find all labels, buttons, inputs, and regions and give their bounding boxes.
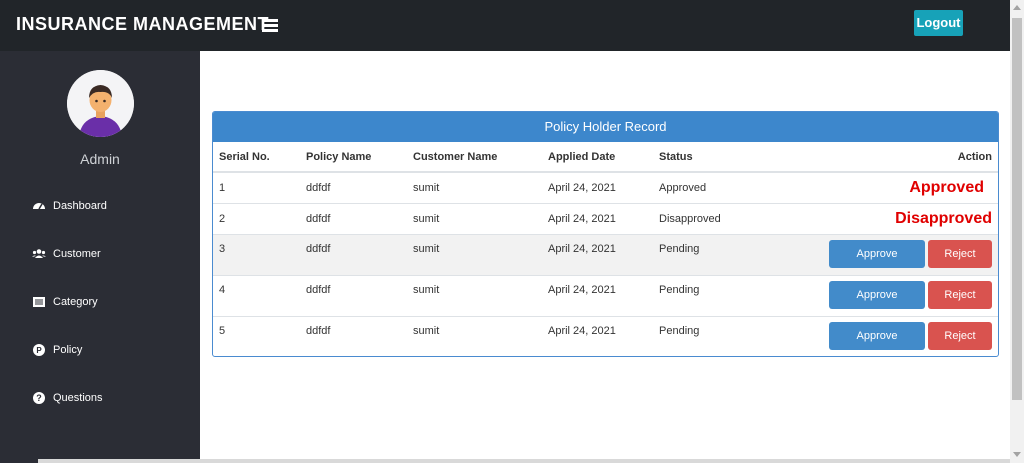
policy-icon: P [33,344,45,356]
table-row: 2 ddfdf sumit April 24, 2021 Disapproved… [213,202,998,234]
column-header: Status [653,142,758,173]
app-brand: INSURANCE MANAGEMENT [16,14,269,34]
sidebar-item-category[interactable]: Category [32,292,98,312]
svg-text:?: ? [36,393,42,403]
serial-cell: 5 [213,315,300,356]
reject-button[interactable]: Reject [928,280,992,309]
policy-cell: ddfdf [300,171,407,203]
action-cell: Approved [758,171,998,203]
list-icon [33,297,45,307]
policy-cell: ddfdf [300,315,407,356]
customer-cell: sumit [407,233,542,275]
action-cell: Disapproved [758,202,998,234]
column-header: Customer Name [407,142,542,173]
date-cell: April 24, 2021 [542,233,653,275]
scrollbar-thumb[interactable] [1012,18,1022,400]
top-navbar: INSURANCE MANAGEMENT Logout [0,0,1010,51]
date-cell: April 24, 2021 [542,315,653,356]
table-row: 1 ddfdf sumit April 24, 2021 Approved Ap… [213,171,998,203]
approve-button[interactable]: Approve [829,280,925,309]
menu-toggle-icon[interactable] [262,17,280,35]
serial-cell: 3 [213,233,300,275]
status-cell: Pending [653,274,758,316]
policy-cell: ddfdf [300,202,407,234]
admin-name: Admin [80,151,120,167]
serial-cell: 1 [213,171,300,203]
date-cell: April 24, 2021 [542,171,653,203]
table-row: 3 ddfdf sumit April 24, 2021 Pending App… [213,233,998,275]
horizontal-scrollbar[interactable] [38,459,1010,463]
column-header: Policy Name [300,142,407,173]
vertical-scrollbar[interactable] [1010,0,1024,463]
sidebar-item-label: Dashboard [53,200,107,212]
scroll-down-arrow-icon[interactable] [1013,452,1021,457]
policy-cell: ddfdf [300,233,407,275]
sidebar: Admin Dashboard Customer Category P Poli… [0,51,200,463]
status-cell: Approved [653,171,758,203]
policy-holder-table: Serial No. Policy Name Customer Name App… [213,142,998,356]
reject-button[interactable]: Reject [928,321,992,350]
policy-cell: ddfdf [300,274,407,316]
approve-button[interactable]: Approve [829,321,925,350]
customer-cell: sumit [407,274,542,316]
sidebar-item-customer[interactable]: Customer [32,244,101,264]
date-cell: April 24, 2021 [542,202,653,234]
sidebar-item-label: Category [53,296,98,308]
customer-cell: sumit [407,315,542,356]
svg-text:P: P [36,346,42,355]
customer-cell: sumit [407,171,542,203]
approved-status-label: Approved [909,178,984,196]
action-cell: Approve Reject [758,315,998,356]
users-icon [32,249,46,258]
action-cell: Approve Reject [758,233,998,275]
sidebar-item-dashboard[interactable]: Dashboard [32,196,107,216]
sidebar-item-questions[interactable]: ? Questions [32,388,103,408]
reject-button[interactable]: Reject [928,239,992,268]
dashboard-icon [33,203,45,210]
logout-button[interactable]: Logout [914,10,963,36]
sidebar-item-policy[interactable]: P Policy [32,340,82,360]
serial-cell: 4 [213,274,300,316]
sidebar-item-label: Questions [53,392,103,404]
policy-holder-card: Policy Holder Record Serial No. Policy N… [212,111,999,357]
card-title: Policy Holder Record [213,112,998,142]
scroll-up-arrow-icon[interactable] [1013,5,1021,10]
customer-cell: sumit [407,202,542,234]
status-cell: Pending [653,233,758,275]
status-cell: Disapproved [653,202,758,234]
column-header: Serial No. [213,142,300,173]
sidebar-item-label: Customer [53,248,101,260]
table-row: 4 ddfdf sumit April 24, 2021 Pending App… [213,274,998,316]
table-header-row: Serial No. Policy Name Customer Name App… [213,142,998,173]
serial-cell: 2 [213,202,300,234]
admin-avatar [67,70,134,137]
disapproved-status-label: Disapproved [895,209,992,227]
column-header: Applied Date [542,142,653,173]
table-row: 5 ddfdf sumit April 24, 2021 Pending App… [213,315,998,356]
approve-button[interactable]: Approve [829,239,925,268]
status-cell: Pending [653,315,758,356]
action-cell: Approve Reject [758,274,998,316]
question-icon: ? [33,392,45,404]
sidebar-item-label: Policy [53,344,83,356]
date-cell: April 24, 2021 [542,274,653,316]
column-header: Action [758,142,998,173]
